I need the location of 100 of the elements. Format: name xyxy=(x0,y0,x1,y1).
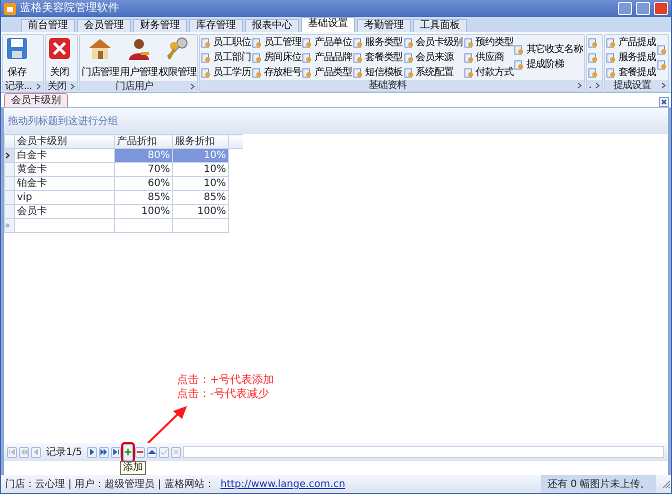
ribbon-button[interactable]: 套餐类型 xyxy=(353,51,403,64)
settings-icon xyxy=(353,38,364,48)
ribbon-button[interactable]: 产品类型 xyxy=(302,66,352,79)
settings-icon xyxy=(404,38,414,48)
ribbon-icon-button[interactable] xyxy=(656,58,667,72)
settings-icon xyxy=(252,38,262,48)
ribbon-button[interactable]: 权限管理 xyxy=(158,36,196,80)
navigator-button[interactable] xyxy=(135,446,146,458)
ribbon-button[interactable]: 房间床位 xyxy=(252,51,302,64)
maximize-button[interactable] xyxy=(636,2,650,15)
settings-icon xyxy=(404,52,414,62)
ribbon-button[interactable]: 员工管理 xyxy=(252,36,302,49)
ribbon-button[interactable]: 短信模板 xyxy=(353,66,403,79)
ribbon-button[interactable]: 员工学历 xyxy=(201,66,251,79)
ribbon-button[interactable]: 其它收支名称 xyxy=(514,44,583,56)
table-cell: 100% xyxy=(114,204,172,218)
ribbon-button[interactable]: 服务类型 xyxy=(353,36,403,49)
expand-icon xyxy=(595,82,600,89)
row-indicator[interactable] xyxy=(4,148,14,162)
settings-icon xyxy=(302,52,312,62)
status-text: 门店：云心理 | 用户：超级管理员 | 蓝格网站： xyxy=(5,478,214,492)
ribbon-button[interactable]: 产品单位 xyxy=(302,36,352,49)
ribbon-icon-button[interactable] xyxy=(656,44,667,56)
group-hint: 拖动列标题到这进行分组 xyxy=(8,114,118,128)
menu-tab[interactable]: 考勤管理 xyxy=(357,19,411,32)
previous-page-icon xyxy=(20,447,28,457)
settings-icon xyxy=(252,68,262,78)
column-header[interactable]: 服务折扣 xyxy=(172,134,228,148)
upload-status: 还有 0 幅图片未上传。 xyxy=(541,475,656,493)
ribbon-button[interactable]: 系统配置 xyxy=(404,66,463,79)
website-link[interactable]: http://www.lange.com.cn xyxy=(220,476,346,492)
column-header[interactable]: 产品折扣 xyxy=(114,134,172,148)
navigator-button[interactable] xyxy=(147,446,158,458)
ribbon-button[interactable]: 关闭 xyxy=(46,36,73,80)
menu-tab[interactable]: 基础设置 xyxy=(301,17,355,32)
close-icon xyxy=(46,36,73,62)
settings-icon xyxy=(514,45,524,55)
settings-icon xyxy=(353,68,364,78)
next-icon xyxy=(88,447,96,457)
table-cell: 10% xyxy=(172,148,228,162)
ribbon-button[interactable]: 供应商 xyxy=(464,51,514,64)
keys-icon xyxy=(164,36,190,62)
navigator-button[interactable] xyxy=(111,446,122,458)
ribbon-button[interactable]: 存放柜号 xyxy=(252,66,302,79)
ribbon-button[interactable]: 员工部门 xyxy=(201,51,251,64)
current-row-icon xyxy=(5,152,10,159)
ribbon-button[interactable]: 服务提成 xyxy=(606,51,656,64)
ribbon-button[interactable]: 提成阶梯 xyxy=(514,58,583,72)
column-header[interactable]: 会员卡级别 xyxy=(14,134,114,148)
menu-tab[interactable]: 会员管理 xyxy=(77,19,131,32)
settings-icon xyxy=(302,68,312,78)
menu-tab[interactable]: 工具面板 xyxy=(413,19,467,32)
group-caption: 记录... xyxy=(5,81,32,92)
ribbon-icon-button[interactable] xyxy=(588,36,598,49)
group-caption: 基础资料 xyxy=(368,80,408,91)
settings-icon xyxy=(464,52,474,62)
ribbon-icon-button[interactable] xyxy=(588,66,598,79)
annotation-text: 点击：+号代表添加 xyxy=(177,373,274,387)
menu-tab[interactable]: 库存管理 xyxy=(189,19,243,32)
menu-tab[interactable]: 前台管理 xyxy=(21,19,75,32)
ribbon-button[interactable]: 用户管理 xyxy=(120,36,158,80)
tooltip: 添加 xyxy=(120,461,146,475)
navigator-button[interactable] xyxy=(87,446,98,458)
menu-tab[interactable]: 财务管理 xyxy=(133,19,187,32)
ribbon-button[interactable]: 预约类型 xyxy=(464,36,514,49)
ribbon-button[interactable]: 员工职位 xyxy=(201,36,251,49)
table-cell: 白金卡 xyxy=(14,148,114,162)
ribbon-button[interactable]: 门店管理 xyxy=(81,36,119,80)
annotation-text: 点击：-号代表减少 xyxy=(177,387,270,401)
document-tab[interactable]: 会员卡级别 xyxy=(4,93,68,107)
table-cell: 85% xyxy=(172,190,228,204)
group-caption: . xyxy=(588,80,592,91)
table-cell: 会员卡 xyxy=(14,204,114,218)
app-logo-icon xyxy=(4,2,16,14)
house-icon xyxy=(87,36,114,62)
expand-icon xyxy=(660,82,666,89)
ribbon-button[interactable]: 会员来源 xyxy=(404,51,463,64)
empty-cell xyxy=(172,218,228,232)
expand-icon xyxy=(576,82,582,89)
ribbon-icon-button[interactable] xyxy=(588,51,598,64)
record-counter: 记录1/5 xyxy=(45,446,84,460)
close-button[interactable] xyxy=(654,2,668,15)
table-cell: 60% xyxy=(114,176,172,190)
ribbon-button[interactable]: 保存 xyxy=(4,36,30,80)
ribbon-button[interactable]: 套餐提成 xyxy=(606,66,656,79)
ribbon-button[interactable]: 付款方式 xyxy=(464,66,514,79)
navigator-button[interactable] xyxy=(99,446,110,458)
ribbon-button[interactable]: 会员卡级别 xyxy=(404,36,463,49)
menu-tab[interactable]: 报表中心 xyxy=(245,19,299,32)
row-header xyxy=(4,134,14,148)
edit-icon xyxy=(148,447,156,457)
group-caption: 门店用户 xyxy=(114,81,154,92)
minimize-button[interactable] xyxy=(618,2,632,15)
settings-icon xyxy=(252,52,262,62)
horizontal-scrollbar[interactable] xyxy=(183,446,664,458)
resize-grip-icon xyxy=(662,480,671,488)
ribbon-button[interactable]: 产品品牌 xyxy=(302,51,352,64)
navigator-button[interactable] xyxy=(123,444,134,460)
next-page-icon xyxy=(100,447,108,457)
ribbon-button[interactable]: 产品提成 xyxy=(606,36,656,49)
